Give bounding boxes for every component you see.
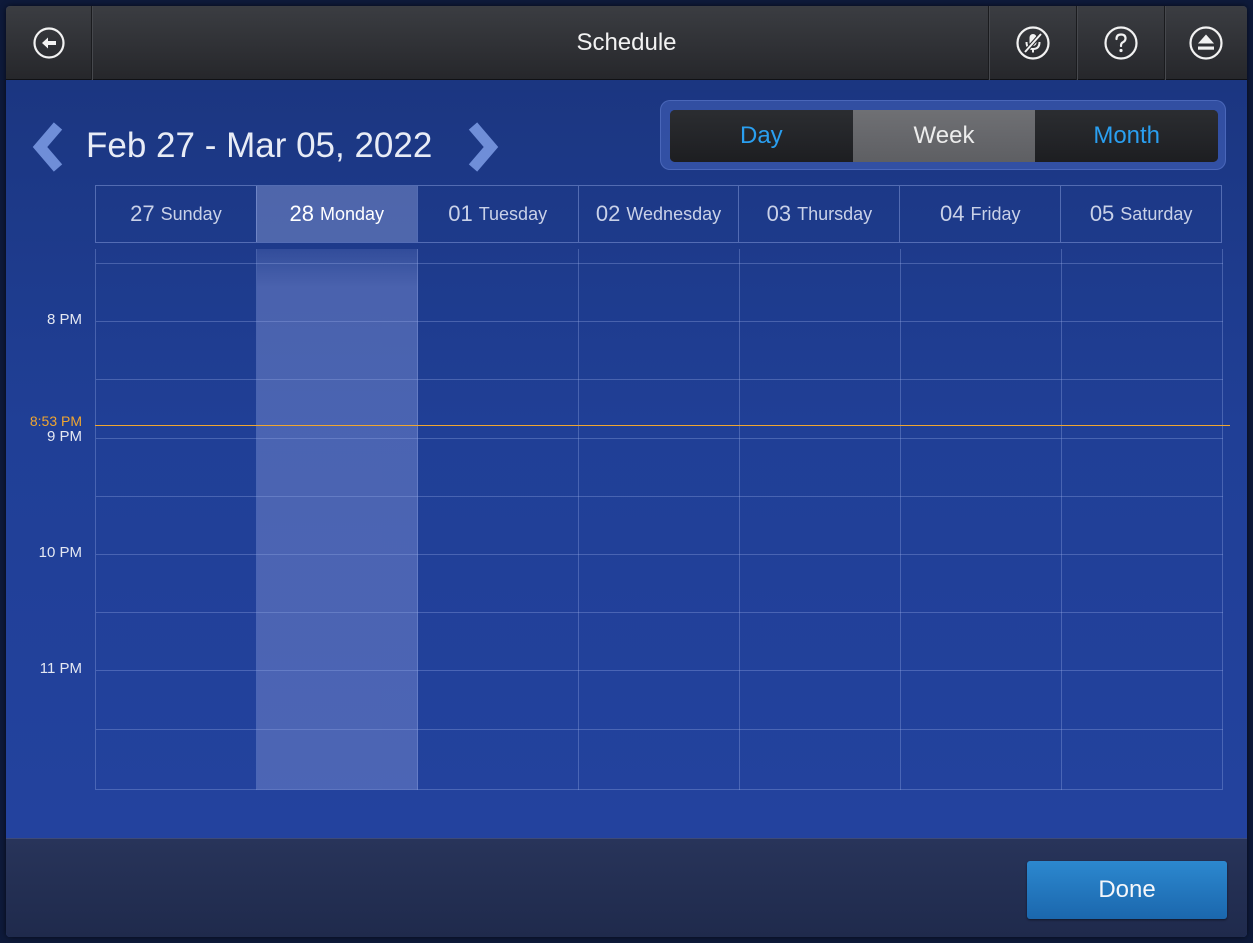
grid-line <box>96 670 1223 672</box>
day-column-sunday[interactable] <box>96 249 257 790</box>
view-toggle: Day Week Month <box>660 100 1226 170</box>
day-number: 02 <box>595 201 621 226</box>
day-header-sunday[interactable]: 27 Sunday <box>96 186 256 242</box>
date-range-bar: Feb 27 - Mar 05, 2022 Day Week Month <box>6 80 1247 180</box>
day-number: 05 <box>1089 201 1115 226</box>
day-column-friday[interactable] <box>901 249 1062 790</box>
date-range-title: Feb 27 - Mar 05, 2022 <box>86 126 433 165</box>
microphone-muted-icon <box>1015 26 1050 60</box>
done-button[interactable]: Done <box>1027 861 1227 919</box>
grid-line <box>96 612 1223 614</box>
day-number: 28 <box>289 201 314 226</box>
day-column-saturday[interactable] <box>1062 249 1223 790</box>
grid-line <box>96 728 1223 730</box>
day-name: Friday <box>970 203 1021 224</box>
help-button[interactable] <box>1076 6 1164 80</box>
day-number: 27 <box>130 201 155 226</box>
day-number: 04 <box>939 201 965 226</box>
view-tab-week[interactable]: Week <box>852 110 1036 162</box>
day-name: Tuesday <box>478 203 548 224</box>
day-column-tuesday[interactable] <box>418 249 579 790</box>
grid-line <box>96 554 1223 555</box>
next-week-button[interactable] <box>463 122 503 172</box>
grid-line <box>96 495 1223 497</box>
grid-line <box>96 437 1223 439</box>
day-header-wednesday[interactable]: 02 Wednesday <box>577 186 739 242</box>
week-day-header: 27 Sunday 28 Monday 01 Tuesday 02 Wednesday 03 Th… <box>95 185 1222 243</box>
grid-line <box>96 379 1223 381</box>
day-number: 03 <box>766 201 792 226</box>
back-button[interactable] <box>6 6 92 80</box>
day-name: Wednesday <box>626 203 722 224</box>
day-name: Saturday <box>1120 203 1193 224</box>
day-column-monday[interactable] <box>257 249 418 790</box>
chevron-right-icon <box>468 122 499 172</box>
schedule-grid[interactable] <box>95 249 1223 790</box>
day-header-saturday[interactable]: 05 Saturday <box>1060 186 1221 242</box>
view-tab-month[interactable]: Month <box>1035 110 1218 162</box>
back-arrow-icon <box>32 27 65 59</box>
eject-icon <box>1189 26 1223 60</box>
day-header-monday[interactable]: 28 Monday <box>255 186 417 242</box>
grid-line <box>96 263 1223 264</box>
footer-bar: Done <box>6 838 1247 937</box>
time-label: 8 PM <box>46 311 82 329</box>
mute-button[interactable] <box>988 6 1076 80</box>
day-header-tuesday[interactable]: 01 Tuesday <box>416 186 578 242</box>
day-number: 01 <box>448 201 473 226</box>
schedule-window: Schedule Feb 27 - Mar 05, 2022 Day Week … <box>6 6 1247 937</box>
eject-button[interactable] <box>1164 6 1247 80</box>
day-name: Thursday <box>797 203 873 224</box>
day-header-friday[interactable]: 04 Friday <box>899 186 1060 242</box>
help-icon <box>1103 26 1138 60</box>
day-name: Monday <box>320 203 385 224</box>
day-column-thursday[interactable] <box>740 249 901 790</box>
day-name: Sunday <box>160 203 222 224</box>
top-bar: Schedule <box>6 6 1247 80</box>
current-time-line <box>95 425 1230 426</box>
time-label: 11 PM <box>39 660 82 678</box>
previous-week-button[interactable] <box>28 122 68 172</box>
view-tab-day[interactable]: Day <box>670 110 853 162</box>
time-label: 9 PM <box>46 427 82 445</box>
day-column-wednesday[interactable] <box>579 249 740 790</box>
chevron-left-icon <box>32 122 63 172</box>
grid-line <box>96 321 1223 323</box>
time-label: 10 PM <box>38 544 82 561</box>
current-time-label: 8:53 PM <box>29 413 82 429</box>
view-segments: Day Week Month <box>670 110 1218 162</box>
day-header-thursday[interactable]: 03 Thursday <box>738 186 899 242</box>
